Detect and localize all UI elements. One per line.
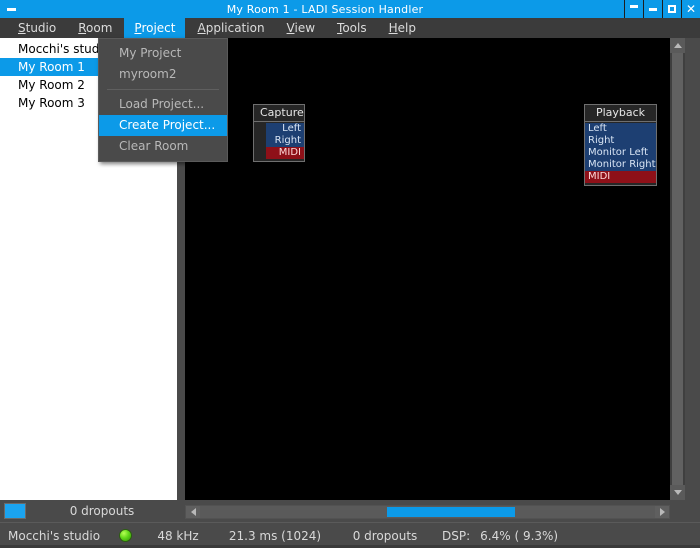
graph-box[interactable]: Playback Left Right Monitor Left Monitor Rig… (584, 104, 657, 186)
port-label: Left (588, 123, 607, 134)
menu-room[interactable]: Room (68, 18, 122, 38)
port-midi[interactable]: MIDI (585, 171, 656, 183)
chevron-up-icon (673, 43, 682, 48)
port-left[interactable]: Left (585, 123, 656, 135)
minimize-button[interactable] (643, 0, 662, 18)
vertical-scrollbar[interactable] (670, 38, 685, 500)
status-dsp-label: DSP: (442, 528, 471, 543)
room-list-item-label: My Room 3 (18, 96, 85, 110)
menu-item-create-project[interactable]: Create Project... (99, 115, 227, 136)
close-button[interactable]: ✕ (681, 0, 700, 18)
port-label: Right (274, 135, 301, 146)
status-sample-rate: 48 kHz (157, 528, 199, 543)
maximize-icon (668, 5, 676, 13)
menu-item-label: myroom2 (119, 67, 177, 81)
menu-tools[interactable]: Tools (327, 18, 377, 38)
status-dropouts: 0 dropouts (352, 528, 418, 543)
room-list-item-label: My Room 2 (18, 78, 85, 92)
port-right[interactable]: Right (266, 135, 304, 147)
status-led-icon (118, 529, 132, 542)
scroll-up-button[interactable] (670, 38, 685, 53)
maximize-button[interactable] (662, 0, 681, 18)
menu-separator (107, 89, 219, 90)
shade-button[interactable] (624, 0, 643, 18)
port-midi[interactable]: MIDI (266, 147, 304, 159)
ladi-session-handler-window: My Room 1 - LADI Session Handler ✕ Studi… (0, 0, 700, 548)
status-latency: 21.3 ms (1024) (228, 528, 322, 543)
port-label: MIDI (588, 171, 611, 182)
menu-project[interactable]: Project (124, 18, 186, 38)
port-label: Monitor Right (588, 159, 656, 170)
close-icon: ✕ (685, 2, 697, 16)
status-studio-name: Mocchi's studio (8, 528, 101, 543)
port-label: MIDI (278, 147, 301, 158)
horizontal-scroll-thumb[interactable] (387, 507, 516, 517)
port-monitor-left[interactable]: Monitor Left (585, 147, 656, 159)
project-dropdown-menu[interactable]: My Project myroom2 Load Project... Create P… (98, 38, 228, 162)
room-list-item-label: My Room 1 (18, 60, 85, 74)
window-menu-icon (6, 7, 16, 11)
window-title: My Room 1 - LADI Session Handler (22, 0, 628, 18)
port-label: Right (588, 135, 615, 146)
xrun-indicator[interactable] (4, 503, 26, 519)
chevron-down-icon (673, 490, 682, 495)
menu-item-label: My Project (119, 46, 182, 60)
graph-box-title: Playback (585, 105, 656, 122)
canvas-area: Capture Left Right MIDI Playback Left Right Mon… (185, 38, 700, 500)
menu-application[interactable]: Application (187, 18, 274, 38)
menu-item-label: Load Project... (119, 97, 205, 111)
menu-item-clear-room[interactable]: Clear Room (99, 136, 227, 157)
menu-bar: Studio Room Project Application View Tools Hel… (0, 18, 700, 38)
menu-item-label: Clear Room (119, 139, 189, 153)
port-left[interactable]: Left (266, 123, 304, 135)
dropouts-label: 0 dropouts (28, 500, 176, 522)
room-list-item-label: Mocchi's studio (18, 42, 111, 56)
menu-item-my-project[interactable]: My Project (99, 43, 227, 64)
menu-item-load-project[interactable]: Load Project... (99, 94, 227, 115)
menu-help[interactable]: Help (379, 18, 426, 38)
graph-box-title: Capture (254, 105, 304, 122)
window-menu-button[interactable] (0, 0, 22, 18)
title-bar: My Room 1 - LADI Session Handler ✕ (0, 0, 700, 18)
menu-studio[interactable]: Studio (8, 18, 66, 38)
port-label: Monitor Left (588, 147, 649, 158)
vertical-scroll-track[interactable] (672, 53, 683, 485)
menu-view[interactable]: View (277, 18, 325, 38)
chevron-right-icon (659, 508, 665, 516)
graph-box[interactable]: Capture Left Right MIDI (253, 104, 305, 162)
menu-item-myroom2[interactable]: myroom2 (99, 64, 227, 85)
status-dsp-value: 6.4% ( 9.3%) (480, 528, 559, 543)
shade-icon (630, 4, 638, 8)
scroll-left-button[interactable] (186, 506, 200, 518)
patchbay-canvas[interactable]: Capture Left Right MIDI Playback Left Right Mon… (185, 38, 670, 500)
window-controls: ✕ (624, 0, 700, 18)
menu-item-label: Create Project... (119, 118, 216, 132)
chevron-left-icon (190, 508, 196, 516)
minimize-icon (649, 7, 657, 11)
port-right[interactable]: Right (585, 135, 656, 147)
port-label: Left (282, 123, 301, 134)
graph-box-ports: Left Right Monitor Left Monitor Right MIDI (585, 122, 656, 185)
scroll-down-button[interactable] (670, 485, 685, 500)
horizontal-scrollbar[interactable] (185, 505, 670, 519)
scroll-right-button[interactable] (655, 506, 669, 518)
port-monitor-right[interactable]: Monitor Right (585, 159, 656, 171)
graph-box-ports: Left Right MIDI (254, 122, 304, 161)
